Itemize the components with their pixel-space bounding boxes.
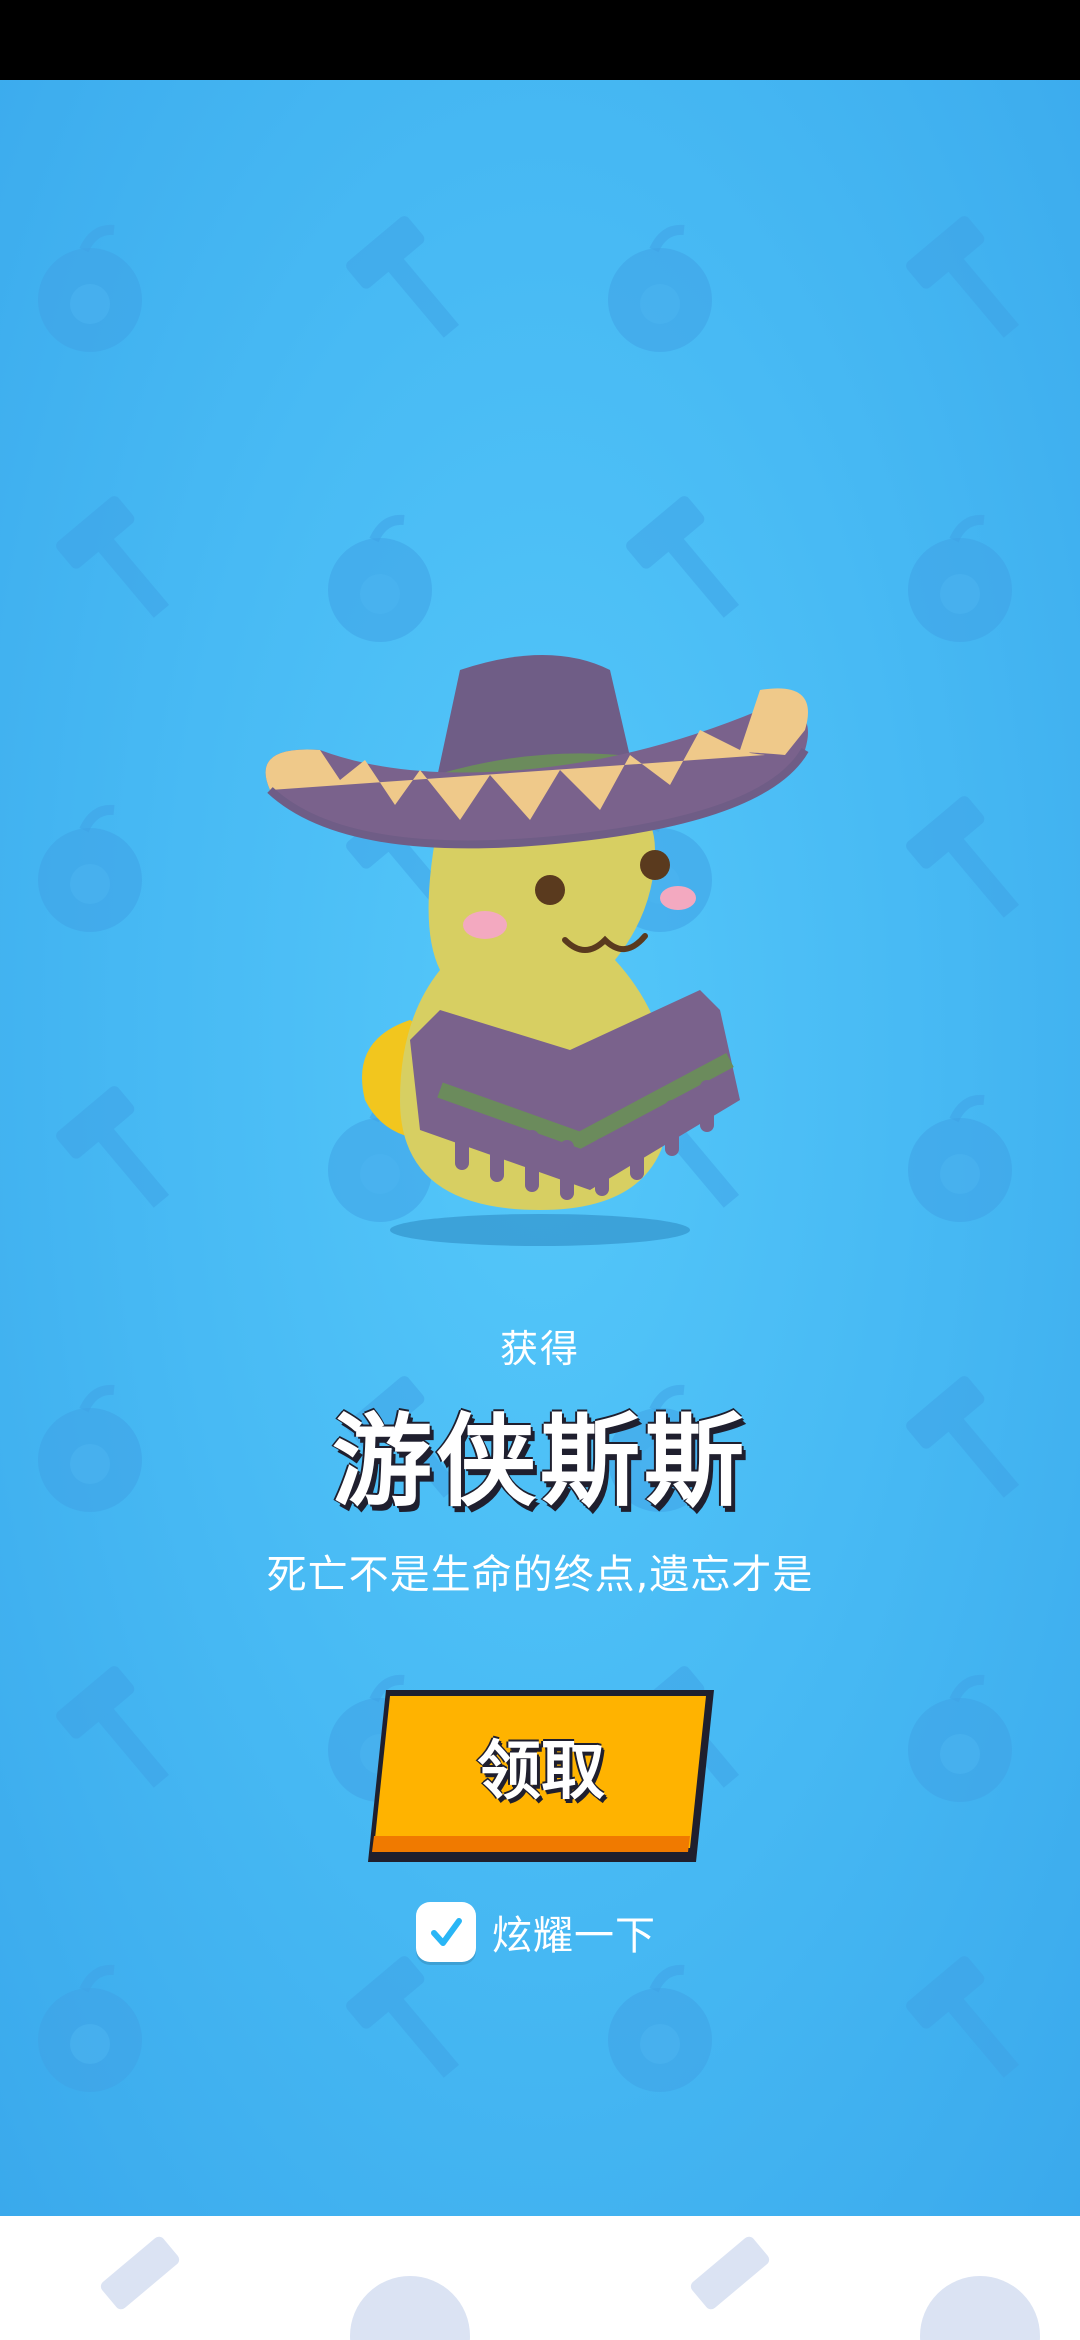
reward-panel: 获得 游侠斯斯 死亡不是生命的终点,遗忘才是 领取 炫耀一下 xyxy=(0,80,1080,2216)
share-checkbox[interactable] xyxy=(416,1902,476,1962)
claim-button[interactable]: 领取 xyxy=(366,1686,716,1866)
sombrero-poncho-character-icon xyxy=(265,655,809,1246)
share-toggle[interactable]: 炫耀一下 xyxy=(416,1900,656,1964)
reward-screen: 获得 游侠斯斯 死亡不是生命的终点,遗忘才是 领取 炫耀一下 xyxy=(0,0,1080,2340)
item-name: 游侠斯斯 xyxy=(332,1403,748,1520)
share-label: 炫耀一下 xyxy=(492,1913,656,1959)
checkmark-icon xyxy=(431,1918,462,1946)
status-bar xyxy=(0,0,1080,80)
item-description: 死亡不是生命的终点,遗忘才是 xyxy=(266,1552,814,1598)
obtain-label: 获得 xyxy=(499,1327,580,1371)
bottom-pattern xyxy=(100,2236,1040,2340)
claim-button-label: 领取 xyxy=(477,1735,605,1809)
bottom-strip xyxy=(0,2216,1080,2340)
